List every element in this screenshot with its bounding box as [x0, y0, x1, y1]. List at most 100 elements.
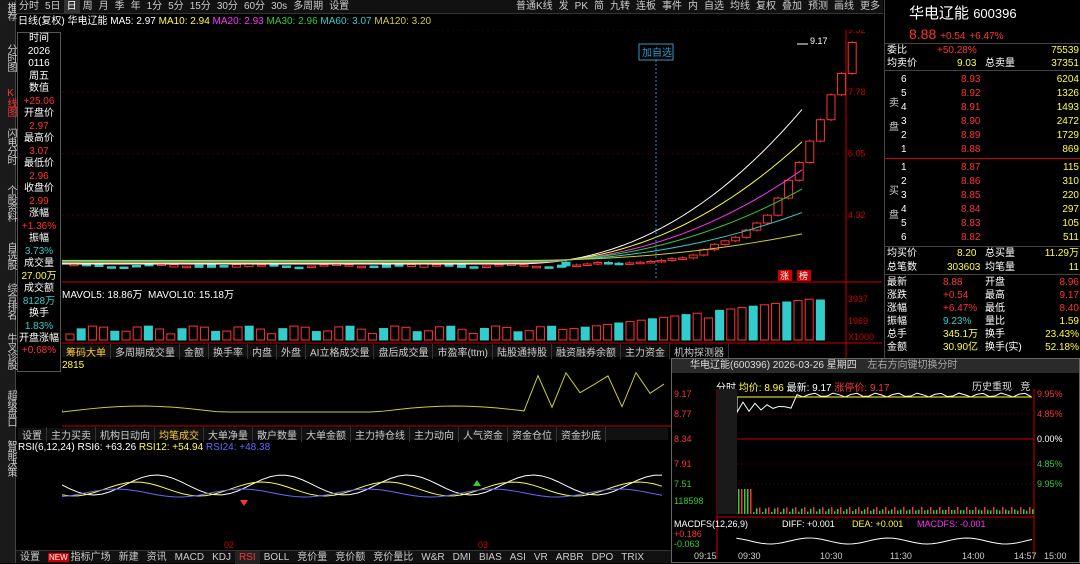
date-year: 2026	[27, 45, 51, 57]
tab-6[interactable]: 大单金额	[302, 426, 351, 442]
period-7[interactable]: 1分	[144, 0, 166, 14]
intraday-chart[interactable]: 9.17 8.77 8.34 7.91 7.51 118598 +0.186-0.063 9.…	[672, 389, 1079, 562]
nav-8[interactable]: 超级盘口	[0, 390, 16, 426]
nav-9[interactable]: 智能决策	[0, 440, 16, 476]
period-10[interactable]: 30分	[214, 0, 241, 14]
tool-9[interactable]: 均线	[727, 0, 753, 14]
vol-bar	[558, 328, 568, 341]
candle	[294, 266, 304, 270]
period-12[interactable]: 30s	[268, 0, 290, 14]
period-11[interactable]: 60分	[241, 0, 268, 14]
period-2[interactable]: 日	[63, 0, 80, 14]
bottom-tab-17[interactable]: DPO	[588, 551, 618, 564]
period-3[interactable]: 周	[80, 0, 96, 14]
bottom-tab-13[interactable]: BIAS	[475, 551, 506, 564]
tool-11[interactable]: 叠加	[779, 0, 805, 14]
period-8[interactable]: 5分	[165, 0, 187, 14]
intraday-popup[interactable]: 华电辽能(600396) 2026-03-26 星期四 左右方向键切换分时 分时…	[671, 358, 1080, 563]
tab-6[interactable]: AI立格成交量	[306, 343, 375, 359]
bottom-tab-8[interactable]: 竞价量	[293, 551, 331, 564]
bottom-tab-18[interactable]: TRIX	[617, 551, 648, 564]
chg-label: 涨幅	[29, 208, 49, 219]
tab-11[interactable]: 主力资金	[621, 343, 670, 359]
tab-3[interactable]: 均笔成交	[155, 426, 204, 442]
buy-row-2: 3 8.85 220	[885, 190, 1080, 202]
tab-3[interactable]: 换手率	[209, 343, 248, 359]
bottom-tab-11[interactable]: W&R	[417, 551, 448, 564]
tool-6[interactable]: 事件	[659, 0, 685, 14]
tool-13[interactable]: 画线	[831, 0, 857, 14]
nav-1[interactable]: 分时图	[0, 44, 16, 71]
tool-2[interactable]: PK	[572, 0, 591, 14]
period-13[interactable]: 多周期	[290, 0, 326, 14]
tab-4[interactable]: 内盘	[248, 343, 277, 359]
bottom-tab-5[interactable]: KDJ	[208, 551, 235, 564]
nav-2[interactable]: K线图	[0, 88, 16, 116]
tool-0[interactable]: 普通K线	[513, 0, 556, 14]
tool-12[interactable]: 预测	[805, 0, 831, 14]
tab-12[interactable]: 机构探测器	[670, 343, 729, 359]
tab-1[interactable]: 多周期成交量	[111, 343, 180, 359]
tab-2[interactable]: 机构日动向	[96, 426, 155, 442]
bottom-tab-10[interactable]: 竞价量比	[369, 551, 417, 564]
tab-0[interactable]: 设置	[18, 426, 47, 442]
bottom-tab-7[interactable]: BOLL	[260, 551, 294, 564]
tool-10[interactable]: 复权	[753, 0, 779, 14]
tab-9[interactable]: 陆股通持股	[493, 343, 552, 359]
tool-5[interactable]: 连板	[633, 0, 659, 14]
bottom-tab-15[interactable]: VR	[530, 551, 552, 564]
tool-1[interactable]: 发	[556, 0, 572, 14]
vol-bar	[233, 326, 243, 341]
period-0[interactable]: 分时	[16, 0, 42, 14]
candle	[544, 266, 554, 269]
period-4[interactable]: 月	[96, 0, 112, 14]
tab-10[interactable]: 融资融券余额	[552, 343, 621, 359]
bottom-tab-4[interactable]: MACD	[171, 551, 208, 564]
period-14[interactable]: 设置	[326, 0, 352, 14]
tab-5[interactable]: 散户数量	[253, 426, 302, 442]
tab-10[interactable]: 资金仓位	[508, 426, 557, 442]
bottom-tab-0[interactable]: 设置	[16, 551, 44, 564]
tab-5[interactable]: 外盘	[277, 343, 306, 359]
nav-6[interactable]: 综合排名	[0, 283, 16, 319]
bottom-tab-16[interactable]: ARBR	[552, 551, 588, 564]
vol-bar	[502, 326, 512, 341]
bottom-tab-14[interactable]: ASI	[506, 551, 530, 564]
period-6[interactable]: 年	[128, 0, 144, 14]
tab-7[interactable]: 主力持仓线	[351, 426, 410, 442]
tool-3[interactable]: 简	[591, 0, 607, 14]
tab-8[interactable]: 主力动向	[410, 426, 459, 442]
nav-7[interactable]: 牛叉诊股	[0, 333, 16, 369]
bottom-tab-6[interactable]: RSI	[235, 550, 260, 564]
bottom-tab-3[interactable]: 资讯	[143, 551, 171, 564]
nav-3[interactable]: 闪电分时	[0, 128, 16, 164]
bottom-tab-12[interactable]: DMI	[449, 551, 475, 564]
bottom-tab-9[interactable]: 竞价额	[331, 551, 369, 564]
popup-vol-bar	[930, 507, 932, 514]
tab-7[interactable]: 盘后成交量	[374, 343, 434, 359]
tab-0[interactable]: 筹码大单	[62, 343, 111, 359]
period-9[interactable]: 15分	[187, 0, 214, 14]
tab-11[interactable]: 资金抄底	[557, 426, 606, 442]
tool-7[interactable]: 内	[685, 0, 701, 14]
stat-row-5: 金额 30.90亿 换手(实) 52.18%	[885, 342, 1080, 354]
tool-14[interactable]: 更多	[857, 0, 883, 14]
bottom-tab-label: 新建	[118, 551, 139, 563]
nav-0[interactable]: 推荐	[0, 2, 16, 20]
tab-2[interactable]: 金额	[180, 343, 209, 359]
tool-8[interactable]: 自选	[701, 0, 727, 14]
tab-4[interactable]: 大单净量	[204, 426, 253, 442]
popup-vol-bar	[840, 507, 842, 514]
vol-bar	[771, 302, 781, 341]
bottom-tab-1[interactable]: NEW 指标广场	[44, 551, 115, 564]
tab-8[interactable]: 市盈率(ttm)	[433, 343, 493, 359]
nav-4[interactable]: 个股资料	[0, 185, 16, 221]
bottom-tab-2[interactable]: 新建	[115, 551, 143, 564]
candle	[469, 266, 479, 269]
period-1[interactable]: 5日	[42, 0, 64, 14]
tool-4[interactable]: 九转	[607, 0, 633, 14]
period-5[interactable]: 季	[112, 0, 128, 14]
tab-1[interactable]: 主力买卖	[47, 426, 96, 442]
nav-5[interactable]: 自选股	[0, 242, 16, 269]
tab-9[interactable]: 人气资金	[459, 426, 508, 442]
